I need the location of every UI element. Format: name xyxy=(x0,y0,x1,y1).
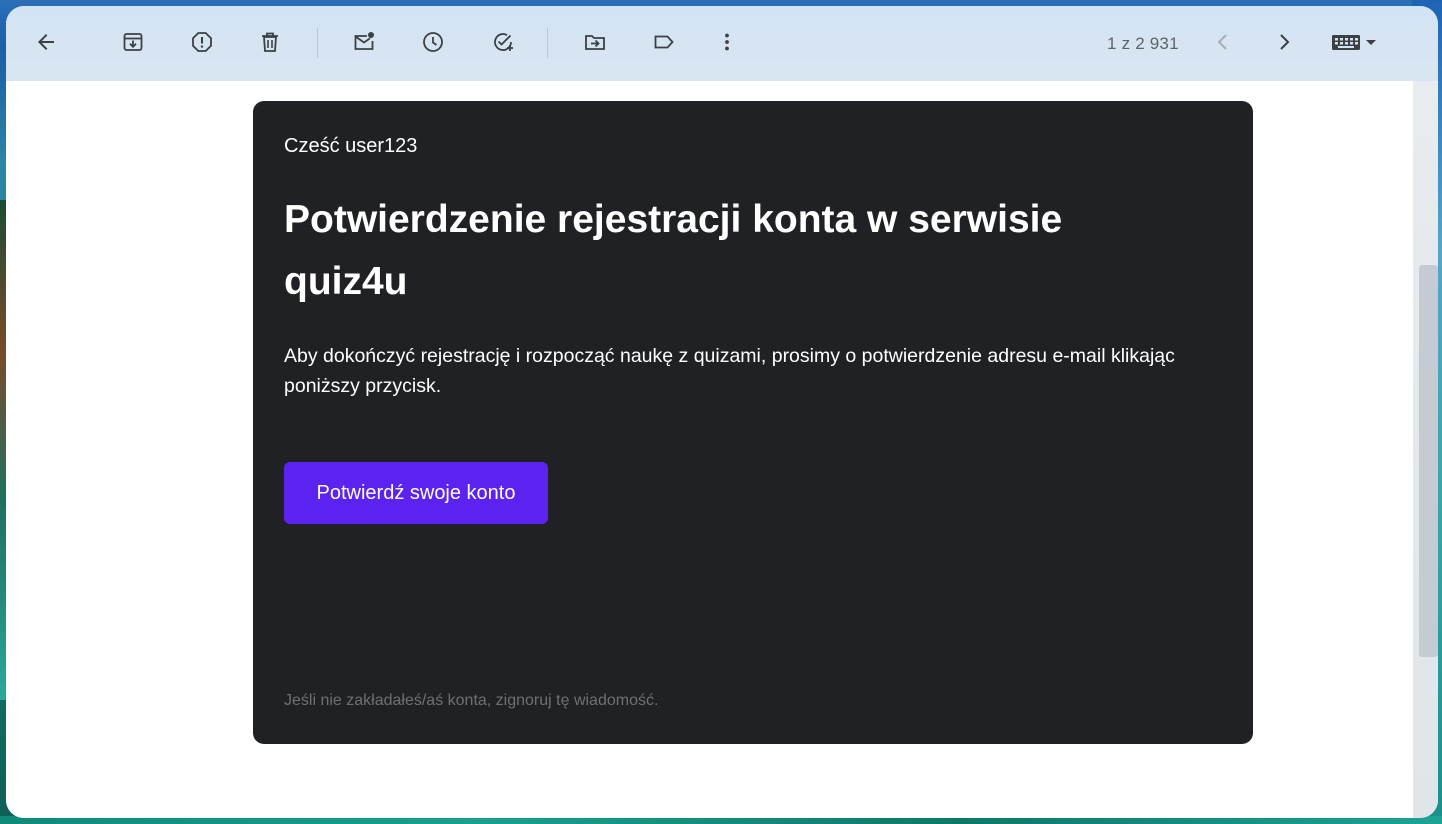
input-tools-button[interactable] xyxy=(1326,24,1384,60)
pagination-counter: 1 z 2 931 xyxy=(1107,34,1179,53)
mail-window: 1 z 2 931 Cześć user123 Potwierdzenie re… xyxy=(6,6,1438,818)
arrow-left-icon xyxy=(38,34,54,50)
confirm-account-button[interactable]: Potwierdź swoje konto xyxy=(284,462,548,524)
add-to-tasks-button[interactable] xyxy=(485,24,521,60)
move-to-folder-icon xyxy=(585,35,605,50)
clock-icon xyxy=(423,32,443,52)
older-message-button[interactable] xyxy=(1266,24,1302,60)
report-spam-icon xyxy=(192,32,212,52)
back-button[interactable] xyxy=(28,24,64,60)
toolbar-divider xyxy=(317,28,318,58)
label-icon xyxy=(654,35,674,49)
scrollbar-thumb[interactable] xyxy=(1419,265,1438,657)
move-to-button[interactable] xyxy=(577,24,613,60)
snooze-button[interactable] xyxy=(415,24,451,60)
add-task-icon xyxy=(494,33,513,51)
toolbar-divider xyxy=(547,28,548,58)
delete-button[interactable] xyxy=(252,24,288,60)
archive-button[interactable] xyxy=(115,24,151,60)
mark-unread-button[interactable] xyxy=(346,24,382,60)
chevron-left-icon xyxy=(1217,34,1227,50)
newer-message-button[interactable] xyxy=(1205,24,1241,60)
more-vertical-icon xyxy=(725,33,729,51)
email-footer-note: Jeśli nie zakładałeś/aś konta, zignoruj … xyxy=(284,692,659,709)
labels-button[interactable] xyxy=(646,24,682,60)
greeting-text: Cześć user123 xyxy=(284,135,418,157)
email-headline: Potwierdzenie rejestracji konta w serwis… xyxy=(284,198,1063,303)
message-toolbar: 1 z 2 931 xyxy=(6,6,1438,81)
chevron-right-icon xyxy=(1280,34,1290,50)
report-spam-button[interactable] xyxy=(184,24,220,60)
trash-icon xyxy=(262,32,278,52)
email-body-text: Aby dokończyć rejestrację i rozpocząć na… xyxy=(284,345,1175,397)
archive-icon xyxy=(123,33,143,51)
keyboard-icon xyxy=(1332,35,1376,50)
email-body-card: Cześć user123 Potwierdzenie rejestracji … xyxy=(253,101,1253,744)
mark-unread-icon xyxy=(354,32,374,50)
more-options-button[interactable] xyxy=(709,24,745,60)
